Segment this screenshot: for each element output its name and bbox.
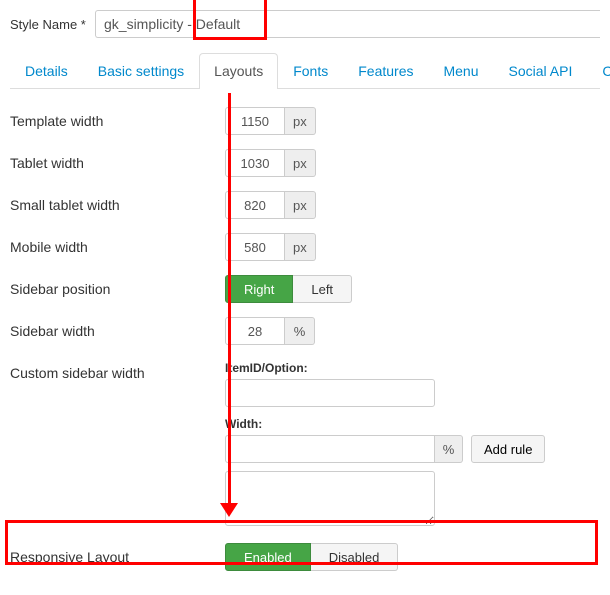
responsive-layout-label: Responsive Layout <box>10 543 225 565</box>
template-width-label: Template width <box>10 107 225 129</box>
custom-sidebar-width-label: Custom sidebar width <box>10 359 225 381</box>
tablet-width-input[interactable] <box>225 149 285 177</box>
custom-rules-textarea[interactable] <box>225 471 435 526</box>
add-rule-button[interactable]: Add rule <box>471 435 545 463</box>
small-tablet-width-label: Small tablet width <box>10 191 225 213</box>
responsive-enabled-button[interactable]: Enabled <box>225 543 311 571</box>
tab-details[interactable]: Details <box>10 53 83 88</box>
style-name-input[interactable] <box>95 10 600 38</box>
sidebar-position-right-button[interactable]: Right <box>225 275 293 303</box>
custom-width-input[interactable] <box>225 435 435 463</box>
sidebar-position-label: Sidebar position <box>10 275 225 297</box>
sidebar-width-unit: % <box>285 317 315 345</box>
sidebar-width-label: Sidebar width <box>10 317 225 339</box>
template-width-input[interactable] <box>225 107 285 135</box>
tablet-width-label: Tablet width <box>10 149 225 171</box>
style-name-label: Style Name * <box>10 17 95 32</box>
tab-menu[interactable]: Menu <box>428 53 493 88</box>
tab-cookie[interactable]: Cookie <box>587 53 610 88</box>
mobile-width-unit: px <box>285 233 316 261</box>
small-tablet-width-input[interactable] <box>225 191 285 219</box>
tab-fonts[interactable]: Fonts <box>278 53 343 88</box>
responsive-disabled-button[interactable]: Disabled <box>311 543 399 571</box>
tablet-width-unit: px <box>285 149 316 177</box>
itemid-option-input[interactable] <box>225 379 435 407</box>
sidebar-position-left-button[interactable]: Left <box>293 275 352 303</box>
tabs-nav: Details Basic settings Layouts Fonts Fea… <box>10 53 600 89</box>
template-width-unit: px <box>285 107 316 135</box>
custom-width-unit: % <box>435 435 463 463</box>
custom-width-label: Width: <box>225 417 600 431</box>
tab-social-api[interactable]: Social API <box>494 53 588 88</box>
tab-features[interactable]: Features <box>343 53 428 88</box>
tab-basic-settings[interactable]: Basic settings <box>83 53 199 88</box>
tab-layouts[interactable]: Layouts <box>199 53 278 89</box>
small-tablet-width-unit: px <box>285 191 316 219</box>
itemid-option-label: ItemID/Option: <box>225 361 600 375</box>
sidebar-width-input[interactable] <box>225 317 285 345</box>
mobile-width-input[interactable] <box>225 233 285 261</box>
mobile-width-label: Mobile width <box>10 233 225 255</box>
